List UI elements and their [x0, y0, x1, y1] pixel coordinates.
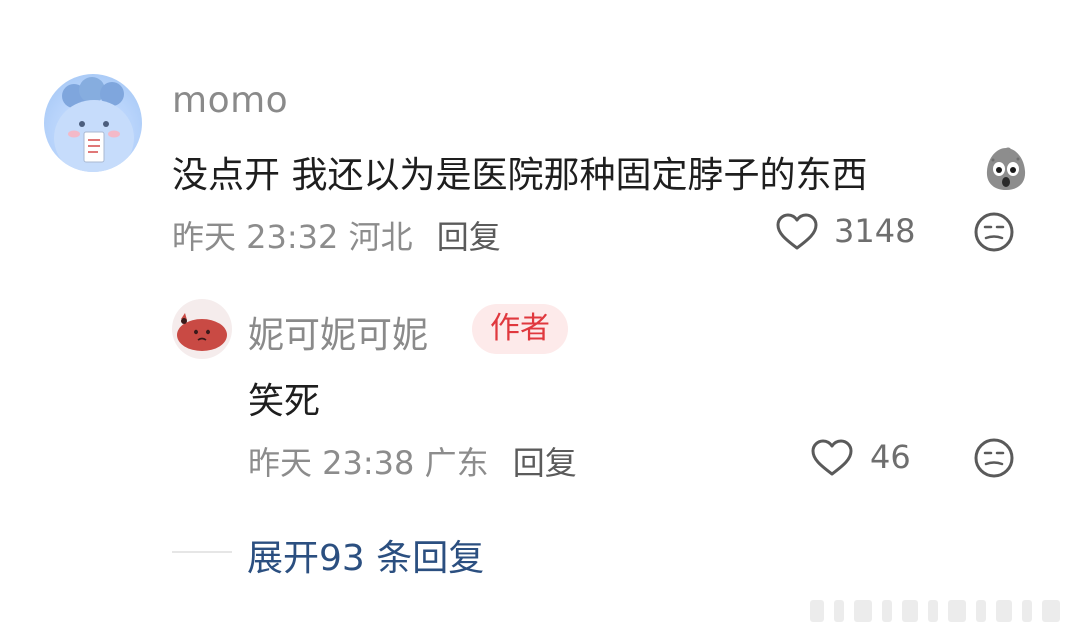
reply-button[interactable]: 回复 [513, 444, 577, 482]
divider [172, 551, 232, 553]
comment-username[interactable]: momo [172, 80, 288, 121]
heart-icon[interactable] [810, 438, 854, 478]
reply-username[interactable]: 妮可妮可妮 [248, 306, 428, 358]
comment-date: 昨天 23:32 [172, 218, 339, 256]
comment-meta: 昨天 23:32 河北 回复 [172, 212, 501, 258]
avatar-illustration [177, 313, 227, 351]
shocked-blob-emoji-icon [986, 147, 1026, 190]
author-badge: 作者 [472, 304, 568, 354]
avatar-illustration [54, 77, 134, 172]
like-count: 3148 [834, 212, 916, 250]
reply-button[interactable]: 回复 [437, 218, 501, 256]
comment-location: 河北 [348, 218, 413, 256]
dislike-face-icon[interactable] [973, 211, 1015, 253]
reply-meta: 昨天 23:38 广东 回复 [248, 438, 577, 484]
expand-replies-link[interactable]: 展开93 条回复 [247, 529, 484, 581]
comment-text: 没点开 我还以为是医院那种固定脖子的东西 [172, 155, 868, 196]
like-count: 46 [870, 438, 911, 476]
watermark-logo [810, 600, 1060, 622]
heart-icon[interactable] [775, 212, 819, 252]
reply-date: 昨天 23:38 [248, 444, 415, 482]
reply-text: 笑死 [248, 381, 321, 422]
dislike-face-icon[interactable] [973, 437, 1015, 479]
user-avatar[interactable] [44, 74, 142, 172]
reply-location: 广东 [424, 444, 489, 482]
reply-user-avatar[interactable] [172, 299, 232, 359]
